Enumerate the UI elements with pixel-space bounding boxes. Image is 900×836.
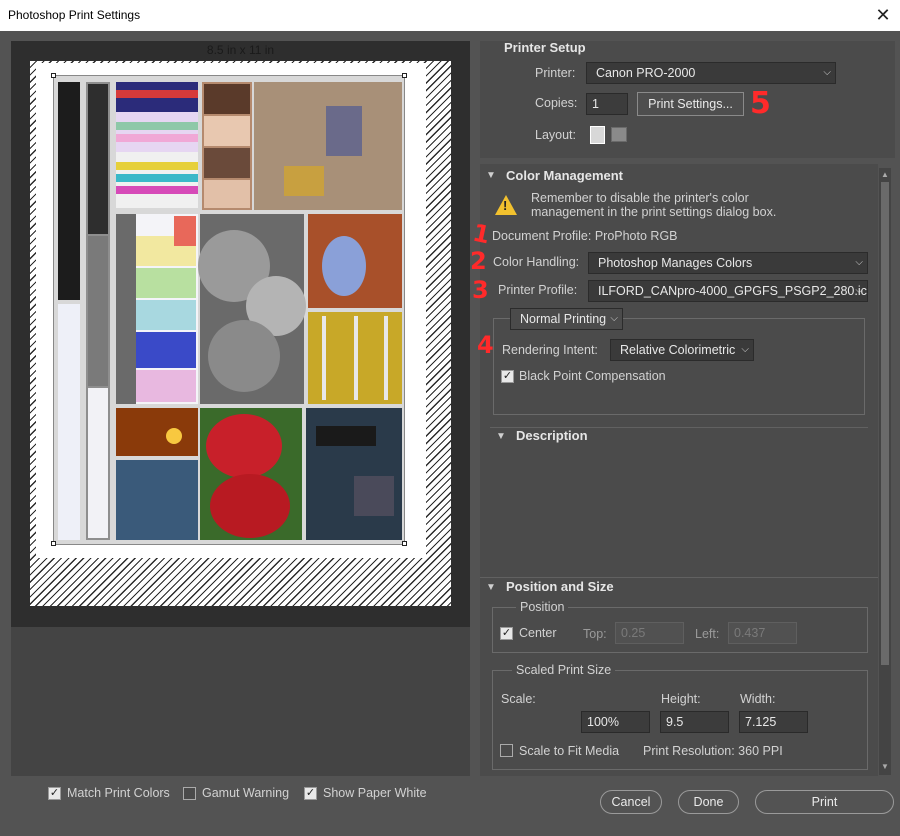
center-label: Center xyxy=(519,626,557,640)
color-handling-label: Color Handling: xyxy=(493,255,580,269)
color-handling-select[interactable]: Photoshop Manages Colors ⌵ xyxy=(588,252,868,274)
width-input[interactable]: 7.125 xyxy=(739,711,808,733)
collapse-position-icon[interactable]: ▼ xyxy=(486,582,496,593)
annotation-3: 3 xyxy=(472,276,489,304)
printer-setup-heading: Printer Setup xyxy=(504,40,586,55)
width-label: Width: xyxy=(740,692,776,706)
height-input[interactable]: 9.5 xyxy=(660,711,729,733)
position-divider xyxy=(480,577,878,578)
done-button[interactable]: Done xyxy=(678,790,739,814)
color-management-heading: Color Management xyxy=(506,168,624,183)
printer-select-value: Canon PRO-2000 xyxy=(596,66,696,80)
gamut-warning-checkbox[interactable] xyxy=(183,787,196,800)
print-resolution: Print Resolution: 360 PPI xyxy=(643,744,783,758)
printer-profile-value: ILFORD_CANpro-4000_GPGFS_PSGP2_280.icc xyxy=(598,284,868,298)
top-input[interactable]: 0.25 xyxy=(615,622,684,644)
rendering-intent-select[interactable]: Relative Colorimetric ⌵ xyxy=(610,339,754,361)
image-preview[interactable] xyxy=(53,75,405,545)
window-title: Photoshop Print Settings xyxy=(8,8,141,22)
collapse-color-management-icon[interactable]: ▼ xyxy=(486,170,496,181)
annotation-2: 2 xyxy=(470,247,487,275)
gamut-warning-label: Gamut Warning xyxy=(202,786,290,800)
color-handling-value: Photoshop Manages Colors xyxy=(598,256,753,270)
chevron-down-icon: ⌵ xyxy=(741,344,749,355)
proof-settings-group xyxy=(493,318,865,415)
printer-select[interactable]: Canon PRO-2000 ⌵ xyxy=(586,62,836,84)
rendering-intent-label: Rendering Intent: xyxy=(502,343,598,357)
match-print-colors-label: Match Print Colors xyxy=(67,786,170,800)
scroll-up-icon[interactable]: ▲ xyxy=(879,170,891,179)
warning-line-2: management in the print settings dialog … xyxy=(531,205,777,219)
annotation-4: 4 xyxy=(477,331,494,359)
preview-lower-area xyxy=(11,627,470,776)
copies-input[interactable]: 1 xyxy=(586,93,628,115)
height-label: Height: xyxy=(661,692,701,706)
resize-handle-top-left[interactable] xyxy=(51,73,56,78)
top-label: Top: xyxy=(583,627,607,641)
proof-mode-select[interactable]: Normal Printing ⌵ xyxy=(510,308,623,330)
annotation-5: 5 xyxy=(750,86,771,121)
landscape-layout-icon[interactable] xyxy=(611,127,627,142)
title-bar: Photoshop Print Settings ✕ xyxy=(0,0,900,31)
left-label: Left: xyxy=(695,627,720,641)
cancel-button[interactable]: Cancel xyxy=(600,790,662,814)
scale-to-fit-checkbox[interactable] xyxy=(500,744,513,757)
print-button[interactable]: Print xyxy=(755,790,894,814)
printer-profile-label: Printer Profile: xyxy=(498,283,578,297)
layout-label: Layout: xyxy=(535,128,577,142)
collapse-description-icon[interactable]: ▼ xyxy=(496,431,506,442)
show-paper-white-label: Show Paper White xyxy=(323,786,427,800)
resize-handle-top-right[interactable] xyxy=(402,73,407,78)
rendering-intent-value: Relative Colorimetric xyxy=(620,343,736,357)
position-size-heading: Position and Size xyxy=(506,579,614,594)
black-point-label: Black Point Compensation xyxy=(519,369,666,383)
close-icon[interactable]: ✕ xyxy=(872,4,894,26)
test-print-image xyxy=(54,76,404,544)
scale-label: Scale: xyxy=(501,692,536,706)
left-input[interactable]: 0.437 xyxy=(728,622,797,644)
printer-profile-select[interactable]: ILFORD_CANpro-4000_GPGFS_PSGP2_280.icc ⌵ xyxy=(588,280,868,302)
description-heading: Description xyxy=(516,428,588,443)
print-settings-button[interactable]: Print Settings... xyxy=(637,92,744,116)
warning-exclamation: ! xyxy=(503,198,508,213)
chevron-down-icon: ⌵ xyxy=(823,67,831,78)
scroll-down-icon[interactable]: ▼ xyxy=(879,762,891,771)
resize-handle-bottom-left[interactable] xyxy=(51,541,56,546)
match-print-colors-checkbox[interactable]: ✓ xyxy=(48,787,61,800)
proof-mode-value: Normal Printing xyxy=(520,312,607,326)
center-checkbox[interactable]: ✓ xyxy=(500,627,513,640)
scale-input[interactable]: 100% xyxy=(581,711,650,733)
document-profile: Document Profile: ProPhoto RGB xyxy=(492,229,678,243)
paper-size-label: 8.5 in x 11 in xyxy=(206,43,275,57)
position-legend: Position xyxy=(516,600,569,614)
show-paper-white-checkbox[interactable]: ✓ xyxy=(304,787,317,800)
printer-label: Printer: xyxy=(535,66,576,80)
scrollbar-thumb[interactable] xyxy=(881,182,889,665)
portrait-layout-icon[interactable] xyxy=(590,126,605,144)
black-point-checkbox[interactable]: ✓ xyxy=(501,370,514,383)
chevron-down-icon: ⌵ xyxy=(855,257,863,268)
scale-to-fit-label: Scale to Fit Media xyxy=(519,744,620,758)
chevron-down-icon: ⌵ xyxy=(610,313,618,324)
copies-label: Copies: xyxy=(535,96,578,110)
resize-handle-bottom-right[interactable] xyxy=(402,541,407,546)
chevron-down-icon: ⌵ xyxy=(855,285,863,296)
settings-scrollbar[interactable]: ▲ ▼ xyxy=(879,168,891,775)
warning-line-1: Remember to disable the printer's color xyxy=(531,191,749,205)
scaled-size-legend: Scaled Print Size xyxy=(512,663,616,677)
